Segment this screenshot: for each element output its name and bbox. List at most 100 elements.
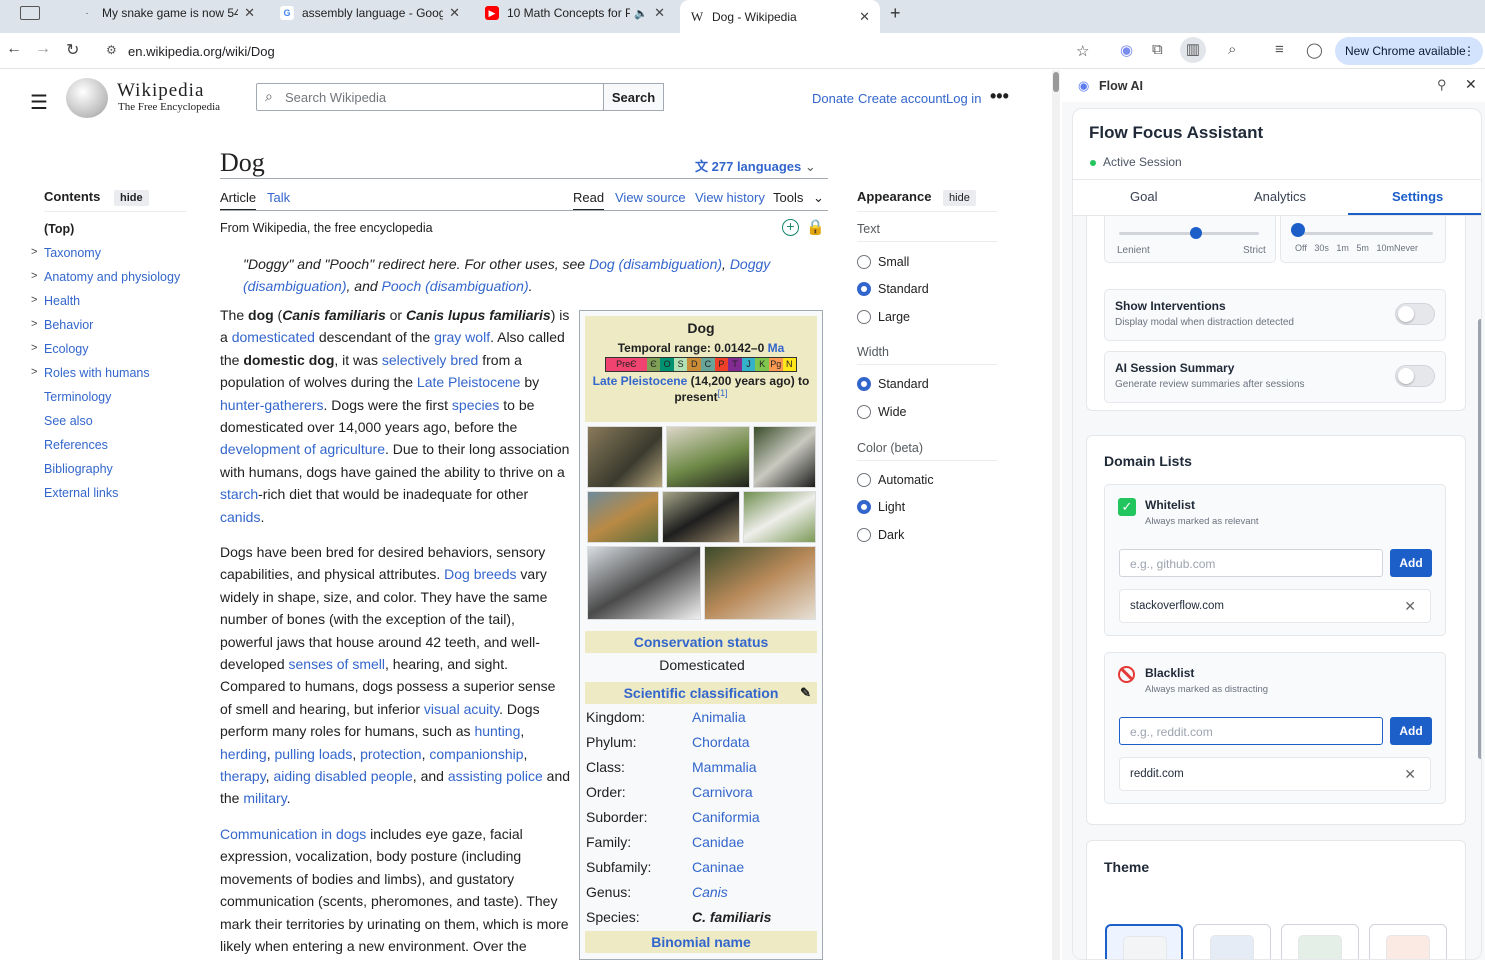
scientific-classification-heading[interactable]: Scientific classification ✎ [585, 682, 817, 704]
article-link[interactable]: domesticated [232, 329, 315, 345]
media-controls-icon[interactable]: ≡ [1275, 41, 1284, 58]
search-button[interactable]: Search [603, 83, 664, 111]
article-link[interactable]: senses of smell [289, 656, 385, 672]
toc-item-taxonomy[interactable]: > Taxonomy [31, 246, 101, 260]
close-icon[interactable]: ✕ [654, 5, 665, 21]
radio-text-standard[interactable]: Standard [857, 282, 929, 296]
article-link[interactable]: hunter-gatherers [220, 397, 324, 413]
dog-photo[interactable] [704, 546, 816, 620]
classification-value[interactable]: Canis [692, 884, 728, 900]
close-icon[interactable]: ✕ [859, 9, 870, 25]
theme-option-default[interactable]: Default [1105, 924, 1183, 959]
page-scrollbar[interactable] [1052, 70, 1060, 960]
tab-view-history[interactable]: View history [695, 190, 765, 205]
article-link[interactable]: Dog breeds [444, 566, 516, 582]
tab-goal[interactable]: Goal [1130, 189, 1157, 204]
timeline-period[interactable]: Pg [768, 358, 783, 371]
timeline-period[interactable]: P [714, 358, 729, 371]
link-late-pleistocene[interactable]: Late Pleistocene [593, 374, 688, 388]
timeline-period[interactable]: C [701, 358, 715, 371]
toc-item-external-links[interactable]: External links [44, 486, 118, 500]
tab-snake-game[interactable]: ·My snake game is now 54 by✕ [70, 0, 265, 26]
slider-thumb[interactable] [1190, 227, 1202, 239]
timeline-period[interactable]: J [741, 358, 756, 371]
chevron-right-icon[interactable]: > [31, 342, 37, 354]
tools-menu[interactable]: Tools ⌄ [773, 190, 824, 206]
panel-scrollbar-thumb[interactable] [1478, 319, 1481, 759]
classification-value[interactable]: Canidae [692, 834, 744, 850]
article-link[interactable]: assisting police [448, 768, 543, 784]
article-link[interactable]: selectively bred [382, 352, 479, 368]
article-link[interactable]: species [452, 397, 499, 413]
timeline-period[interactable]: S [673, 358, 688, 371]
classification-value[interactable]: Chordata [692, 734, 750, 750]
edit-pencil-icon[interactable]: ✎ [800, 682, 811, 704]
dog-photo[interactable] [743, 491, 816, 543]
whitelist-input[interactable]: e.g., github.com [1119, 549, 1383, 577]
whitelist-add-button[interactable]: Add [1390, 549, 1432, 577]
toc-item-ecology[interactable]: > Ecology [31, 342, 88, 356]
main-menu-icon[interactable]: ☰ [30, 90, 48, 115]
sensitivity-slider[interactable] [1119, 232, 1259, 235]
wikipedia-globe-logo[interactable] [66, 78, 108, 118]
toc-item-references[interactable]: References [44, 438, 108, 452]
geologic-timeline[interactable]: PreЄ Є O S D C P T J K Pg N [605, 357, 797, 372]
article-link[interactable]: Late Pleistocene [417, 374, 521, 390]
show-interventions-toggle[interactable] [1395, 303, 1435, 325]
article-link[interactable]: military [243, 790, 286, 806]
radio-width-wide[interactable]: Wide [857, 405, 906, 419]
unpin-icon[interactable]: ⚲ [1437, 77, 1447, 93]
tab-read[interactable]: Read [573, 190, 605, 211]
appearance-hide-button[interactable]: hide [943, 190, 976, 206]
wikipedia-wordmark[interactable]: Wikipedia [117, 80, 204, 102]
article-link[interactable]: canids [220, 509, 260, 525]
dog-photo[interactable] [666, 426, 750, 488]
toc-item-roles[interactable]: > Roles with humans [31, 366, 150, 380]
close-icon[interactable]: ✕ [1465, 76, 1477, 93]
dog-photo[interactable] [587, 546, 701, 620]
toc-item-health[interactable]: > Health [31, 294, 80, 308]
new-tab-button[interactable]: + [890, 3, 901, 24]
radio-color-dark[interactable]: Dark [857, 528, 904, 542]
article-link[interactable]: protection [360, 746, 421, 762]
article-link[interactable]: starch [220, 486, 258, 502]
tab-article[interactable]: Article [220, 190, 257, 211]
theme-option-forest[interactable]: Forest [1281, 924, 1359, 959]
dog-photo[interactable] [753, 426, 816, 488]
extensions-puzzle-icon[interactable]: ⧉ [1152, 41, 1163, 58]
slider-thumb[interactable] [1291, 223, 1305, 237]
article-link[interactable]: pulling loads [274, 746, 352, 762]
link-pooch-disambiguation[interactable]: Pooch (disambiguation) [382, 278, 529, 294]
article-link[interactable]: aiding disabled people [273, 768, 412, 784]
speaker-icon[interactable]: 🔈 [634, 7, 648, 20]
more-options-icon[interactable]: ••• [990, 86, 1009, 107]
dog-photo[interactable] [587, 426, 663, 488]
settings-scroll-area[interactable]: Lenient Strict Off 30s 1m 5m 10mNever Sh [1073, 216, 1481, 959]
radio-text-small[interactable]: Small [857, 255, 909, 269]
side-panel-icon[interactable]: ▥ [1180, 37, 1206, 63]
languages-button[interactable]: 文 277 languages ⌄ [695, 156, 816, 175]
timeline-period[interactable]: O [660, 358, 674, 371]
site-info-icon[interactable]: ⚙ [106, 43, 117, 57]
classification-value[interactable]: Caninae [692, 859, 744, 875]
ref-link[interactable]: [1] [718, 388, 728, 398]
bookmark-star-icon[interactable]: ☆ [1076, 42, 1089, 60]
dog-photo[interactable] [662, 491, 740, 543]
tab-search-icon[interactable]: ⌕ [1228, 41, 1236, 58]
radio-color-automatic[interactable]: Automatic [857, 473, 934, 487]
classification-value[interactable]: Carnivora [692, 784, 753, 800]
tab-analytics[interactable]: Analytics [1254, 189, 1306, 204]
flow-extension-icon[interactable]: ◉ [1120, 41, 1133, 59]
radio-color-light[interactable]: Light [857, 500, 905, 514]
theme-option-ocean[interactable]: Ocean [1193, 924, 1271, 959]
chevron-right-icon[interactable]: > [31, 294, 37, 306]
blacklist-add-button[interactable]: Add [1390, 717, 1432, 745]
link-ma[interactable]: Ma [768, 341, 785, 355]
link-dog-disambiguation[interactable]: Dog (disambiguation) [589, 256, 722, 272]
forward-icon[interactable]: → [35, 40, 51, 58]
timeline-period[interactable]: Є [646, 358, 661, 371]
tab-view-source[interactable]: View source [615, 190, 686, 205]
back-icon[interactable]: ← [6, 40, 22, 58]
chevron-right-icon[interactable]: > [31, 270, 37, 282]
tab-assembly[interactable]: Gassembly language - Google ✕ [270, 0, 470, 26]
